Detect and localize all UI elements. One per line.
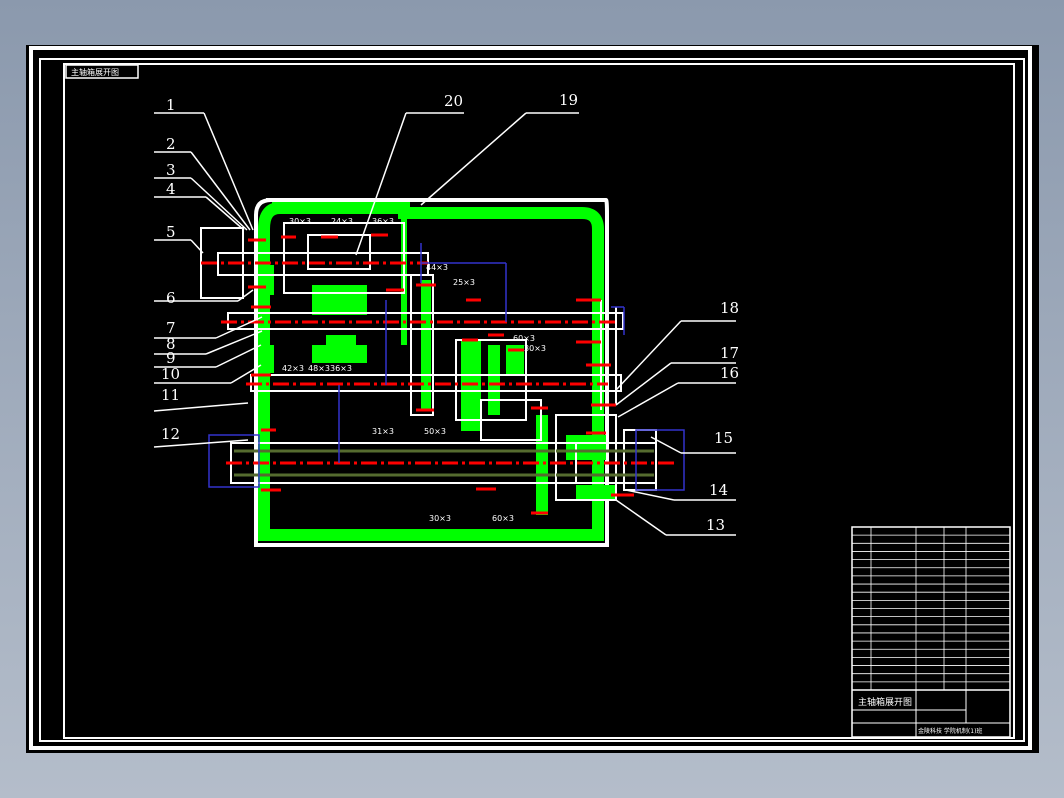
gear-label-50x3: 50×3 — [424, 427, 446, 436]
gear-label-60x3-mid: 60×3 — [513, 334, 535, 343]
title-block-part-name: 主轴箱展开图 — [858, 696, 912, 708]
callout-18: 18 — [720, 299, 739, 317]
callout-10: 10 — [161, 365, 180, 383]
callout-3: 3 — [166, 161, 176, 179]
title-tag: 主轴箱展开图 — [65, 64, 139, 79]
gear-label-30x3-bot: 30×3 — [429, 514, 451, 523]
gear-label-36x3-low: 36×3 — [330, 364, 352, 373]
gear-label-31x3: 31×3 — [372, 427, 394, 436]
callout-15: 15 — [714, 429, 733, 447]
callout-1: 1 — [166, 96, 176, 114]
callout-17: 17 — [720, 344, 739, 362]
gear-label-24x3: 24×3 — [331, 217, 353, 226]
gear-label-42x3: 42×3 — [282, 364, 304, 373]
callout-6: 6 — [166, 289, 176, 307]
dimension-lines — [208, 243, 685, 491]
title-block: 主轴箱展开图 金陵科技 学院机制(1)班 — [852, 690, 1010, 737]
gear-label-36x3: 36×3 — [372, 217, 394, 226]
callout-14: 14 — [709, 481, 728, 499]
gear-label-48x3: 48×3 — [308, 364, 330, 373]
title-block-school: 金陵科技 学院机制(1)班 — [918, 727, 982, 735]
callout-2: 2 — [166, 135, 176, 153]
callout-19: 19 — [559, 91, 578, 109]
outer-border — [29, 46, 1032, 750]
gear-label-25x3: 25×3 — [453, 278, 475, 287]
callout-13: 13 — [706, 516, 725, 534]
gear-label-30x3-mid: 30×3 — [524, 344, 546, 353]
parts-list-rows — [852, 527, 1010, 690]
callout-16: 16 — [720, 364, 739, 382]
callout-5: 5 — [166, 223, 176, 241]
cad-viewport[interactable]: 主轴箱展开图 1 2 3 4 5 6 7 8 9 10 11 12 13 14 … — [26, 45, 1039, 753]
callout-4: 4 — [166, 180, 176, 198]
gear-label-44x3: 44×3 — [426, 263, 448, 272]
callout-20: 20 — [444, 92, 463, 110]
gear-label-30x3-top: 30×3 — [289, 217, 311, 226]
title-tag-text: 主轴箱展开图 — [71, 67, 119, 77]
callout-11: 11 — [161, 386, 180, 404]
gearbox-drawing: 主轴箱展开图 1 2 3 4 5 6 7 8 9 10 11 12 13 14 … — [29, 46, 1032, 750]
leader-lines — [153, 112, 736, 536]
callout-12: 12 — [161, 425, 180, 443]
gear-label-60x3-bot: 60×3 — [492, 514, 514, 523]
